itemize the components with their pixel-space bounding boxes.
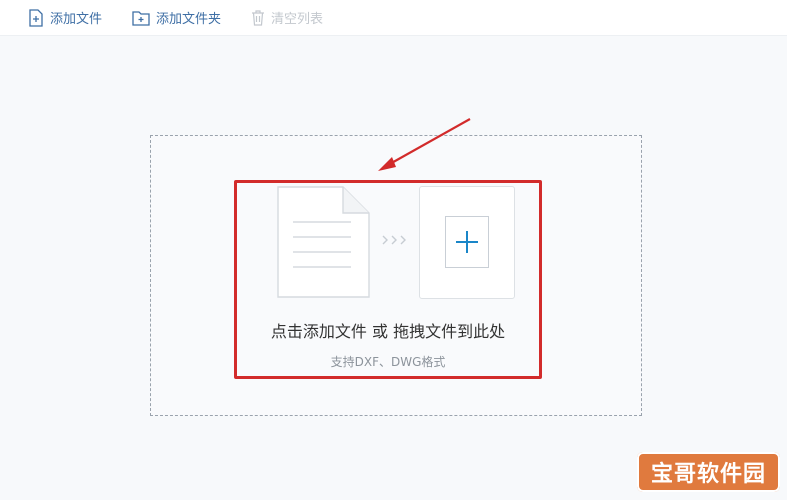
chevrons-right-icon: [382, 235, 406, 245]
toolbar: 添加文件 添加文件夹 清空列表: [0, 0, 787, 36]
plus-icon: [456, 231, 478, 253]
dropzone-sub-text: 支持DXF、DWG格式: [330, 355, 446, 369]
add-folder-label: 添加文件夹: [156, 12, 222, 27]
add-file-label: 添加文件: [50, 12, 103, 27]
clear-list-button[interactable]: 清空列表: [251, 8, 323, 27]
add-folder-button[interactable]: 添加文件夹: [132, 8, 221, 27]
add-folder-icon: [132, 10, 150, 26]
document-icon: [277, 186, 370, 298]
add-file-button[interactable]: 添加文件: [28, 8, 102, 27]
trash-icon: [252, 9, 265, 26]
arrow-annotation-icon: [378, 118, 471, 171]
clear-list-label: 清空列表: [271, 12, 324, 27]
add-file-icon: [29, 8, 43, 27]
dropzone-main-text: 点击添加文件 或 拖拽文件到此处: [270, 322, 506, 341]
watermark-logo: 宝哥软件园: [637, 452, 780, 492]
